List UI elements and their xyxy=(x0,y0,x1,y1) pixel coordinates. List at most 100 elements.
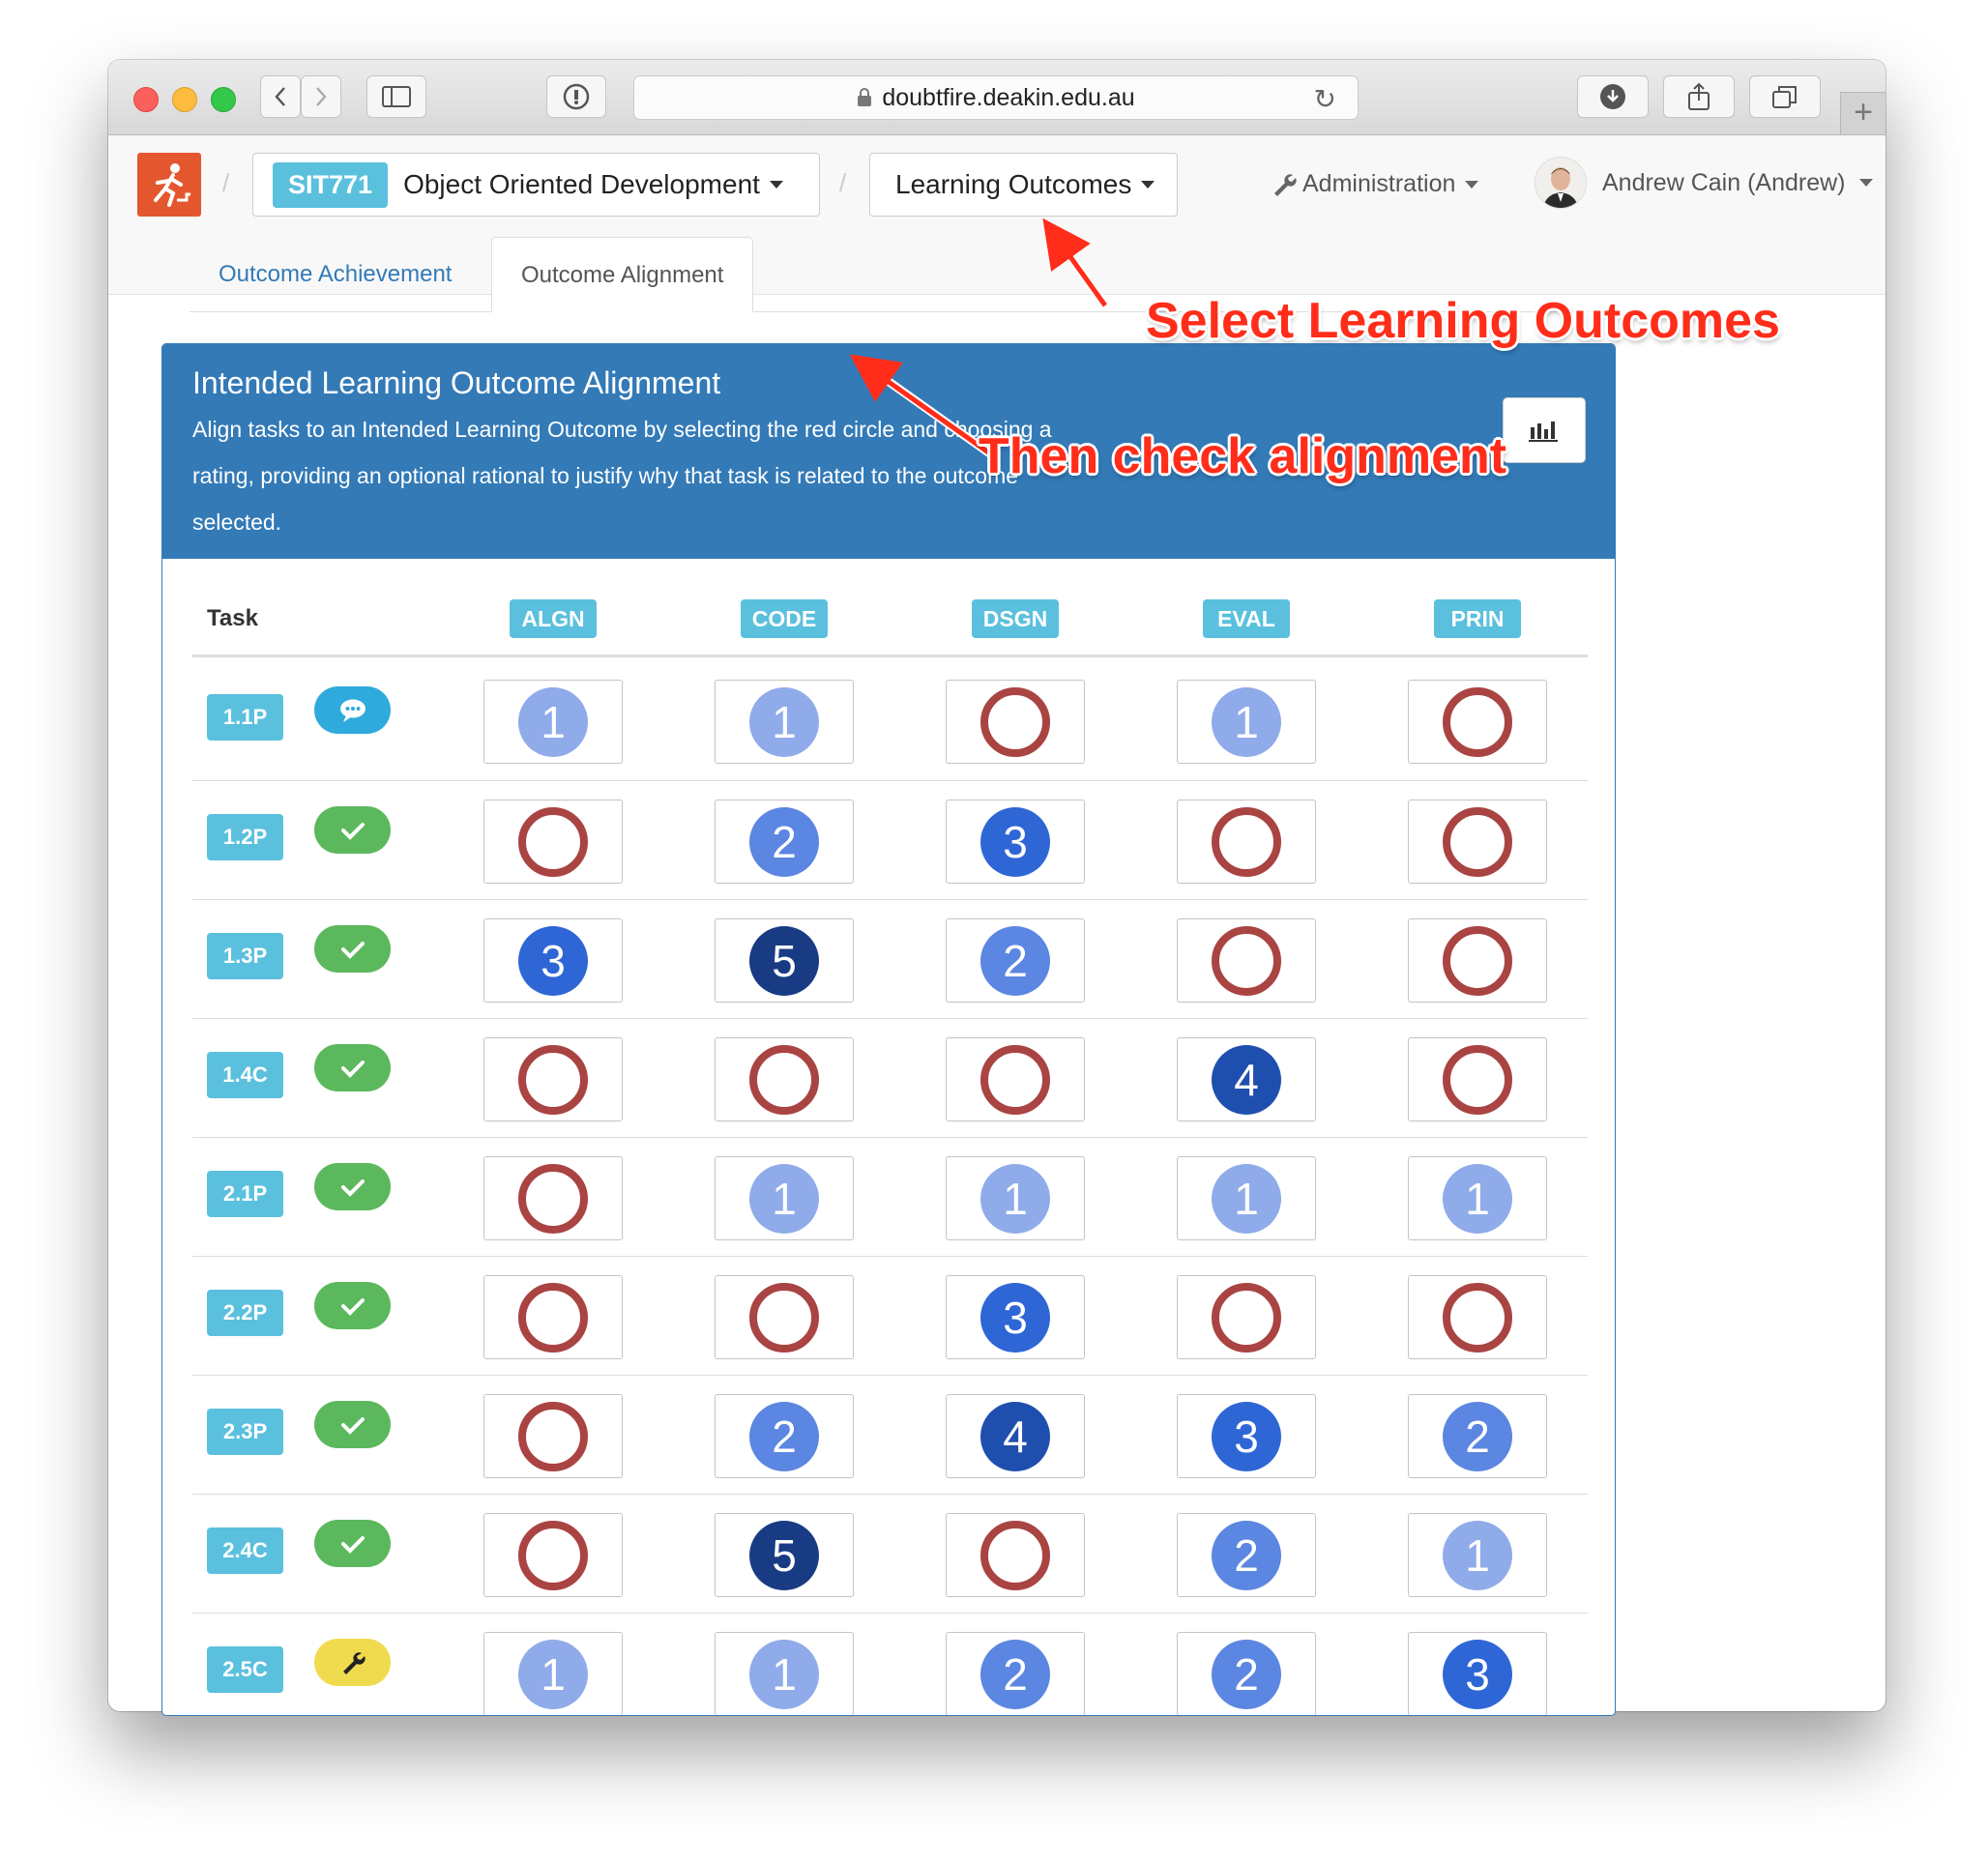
zoom-window-button[interactable] xyxy=(211,87,236,112)
user-menu[interactable]: Andrew Cain (Andrew) xyxy=(1535,157,1873,209)
alignment-cell-eval[interactable] xyxy=(1177,918,1316,1003)
alignment-cell-dsgn[interactable]: 1 xyxy=(946,1156,1085,1240)
alignment-rating: 2 xyxy=(749,806,819,877)
alignment-cell-code[interactable]: 2 xyxy=(715,1394,854,1478)
alignment-cell-prin[interactable] xyxy=(1408,800,1547,884)
back-button[interactable] xyxy=(260,75,301,118)
tab-outcome-achievement[interactable]: Outcome Achievement xyxy=(190,237,481,312)
alignment-cell-eval[interactable]: 3 xyxy=(1177,1394,1316,1478)
alignment-cell-code[interactable]: 5 xyxy=(715,1513,854,1597)
alignment-cell-eval[interactable] xyxy=(1177,1275,1316,1359)
app-logo[interactable] xyxy=(137,153,201,217)
alignment-cell-dsgn[interactable]: 2 xyxy=(946,1632,1085,1715)
tabs-overview-button[interactable] xyxy=(1749,75,1821,118)
page-dropdown[interactable]: Learning Outcomes xyxy=(869,153,1178,217)
task-status-complete[interactable] xyxy=(314,1401,391,1448)
alignment-cell-dsgn[interactable] xyxy=(946,680,1085,764)
panel-description: Align tasks to an Intended Learning Outc… xyxy=(192,417,1052,535)
user-name: Andrew Cain (Andrew) xyxy=(1602,168,1846,196)
alignment-cell-dsgn[interactable]: 3 xyxy=(946,1275,1085,1359)
alignment-cell-eval[interactable] xyxy=(1177,800,1316,884)
alignment-cell-algn[interactable]: 3 xyxy=(483,918,623,1003)
downloads-button[interactable] xyxy=(1577,75,1649,118)
alignment-cell-dsgn[interactable] xyxy=(946,1513,1085,1597)
alignment-cell-eval[interactable]: 2 xyxy=(1177,1632,1316,1715)
alignment-cell-eval[interactable]: 1 xyxy=(1177,680,1316,764)
alignment-cell-algn[interactable] xyxy=(483,1513,623,1597)
privacy-report-button[interactable] xyxy=(546,75,606,118)
minimize-window-button[interactable] xyxy=(172,87,197,112)
unaligned-circle xyxy=(518,1163,588,1234)
alignment-cell-prin[interactable] xyxy=(1408,1037,1547,1121)
alignment-cell-dsgn[interactable]: 4 xyxy=(946,1394,1085,1478)
sidebar-toggle-button[interactable] xyxy=(366,75,426,118)
check-icon xyxy=(340,1060,365,1078)
task-status-complete[interactable] xyxy=(314,1044,391,1091)
alignment-cell-algn[interactable]: 1 xyxy=(483,1632,623,1715)
alignment-cell-algn[interactable]: 1 xyxy=(483,680,623,764)
table-row: 1.4C 4 xyxy=(192,1018,1588,1137)
alignment-cell-prin[interactable]: 3 xyxy=(1408,1632,1547,1715)
close-window-button[interactable] xyxy=(133,87,159,112)
task-status-fix[interactable] xyxy=(314,1639,391,1686)
alignment-cell-algn[interactable] xyxy=(483,1275,623,1359)
alignment-cell-code[interactable]: 2 xyxy=(715,800,854,884)
task-badge[interactable]: 1.1P xyxy=(207,694,283,741)
alignment-cell-prin[interactable] xyxy=(1408,1275,1547,1359)
alignment-rating: 1 xyxy=(518,686,588,757)
unaligned-circle xyxy=(1212,806,1281,877)
tab-outcome-alignment[interactable]: Outcome Alignment xyxy=(491,237,754,312)
alignment-rating: 3 xyxy=(980,1282,1050,1353)
alignment-cell-prin[interactable] xyxy=(1408,680,1547,764)
share-button[interactable] xyxy=(1663,75,1735,118)
task-badge[interactable]: 1.3P xyxy=(207,933,283,979)
alignment-cell-prin[interactable] xyxy=(1408,918,1547,1003)
alignment-cell-prin[interactable]: 1 xyxy=(1408,1156,1547,1240)
task-status-complete[interactable] xyxy=(314,925,391,973)
task-badge[interactable]: 2.3P xyxy=(207,1409,283,1455)
task-badge[interactable]: 1.4C xyxy=(207,1052,283,1098)
unit-dropdown[interactable]: SIT771 Object Oriented Development xyxy=(252,153,820,217)
new-tab-button[interactable]: + xyxy=(1840,92,1886,134)
caret-down-icon xyxy=(1465,180,1479,189)
alignment-cell-code[interactable] xyxy=(715,1275,854,1359)
alignment-rating: 3 xyxy=(518,925,588,996)
alignment-cell-prin[interactable]: 2 xyxy=(1408,1394,1547,1478)
breadcrumb-separator: / xyxy=(839,168,847,197)
alignment-cell-code[interactable]: 1 xyxy=(715,1156,854,1240)
alignment-cell-prin[interactable]: 1 xyxy=(1408,1513,1547,1597)
address-bar[interactable]: doubtfire.deakin.edu.au ↻ xyxy=(633,75,1359,120)
task-badge[interactable]: 2.5C xyxy=(207,1646,283,1693)
alignment-cell-eval[interactable]: 2 xyxy=(1177,1513,1316,1597)
task-status-discuss[interactable] xyxy=(314,686,391,734)
alignment-cell-algn[interactable] xyxy=(483,1156,623,1240)
alignment-cell-algn[interactable] xyxy=(483,800,623,884)
task-status-complete[interactable] xyxy=(314,806,391,854)
outcome-header-code: CODE xyxy=(741,599,828,638)
alignment-cell-eval[interactable]: 4 xyxy=(1177,1037,1316,1121)
administration-menu[interactable]: Administration xyxy=(1272,170,1479,198)
task-badge[interactable]: 2.4C xyxy=(207,1527,283,1574)
reload-icon[interactable]: ↻ xyxy=(1314,83,1336,115)
task-badge[interactable]: 2.1P xyxy=(207,1171,283,1217)
task-status-complete[interactable] xyxy=(314,1520,391,1567)
alignment-cell-dsgn[interactable]: 3 xyxy=(946,800,1085,884)
check-icon xyxy=(340,941,365,959)
alignment-cell-algn[interactable] xyxy=(483,1037,623,1121)
alignment-cell-code[interactable] xyxy=(715,1037,854,1121)
alignment-cell-code[interactable]: 1 xyxy=(715,1632,854,1715)
task-badge[interactable]: 1.2P xyxy=(207,814,283,860)
alignment-cell-code[interactable]: 5 xyxy=(715,918,854,1003)
alignment-cell-algn[interactable] xyxy=(483,1394,623,1478)
alignment-cell-dsgn[interactable]: 2 xyxy=(946,918,1085,1003)
task-status-complete[interactable] xyxy=(314,1163,391,1210)
alignment-rating: 2 xyxy=(1212,1639,1281,1709)
forward-button[interactable] xyxy=(301,75,341,118)
task-badge[interactable]: 2.2P xyxy=(207,1290,283,1336)
task-status-complete[interactable] xyxy=(314,1282,391,1329)
alignment-rating: 1 xyxy=(518,1639,588,1709)
alignment-cell-code[interactable]: 1 xyxy=(715,680,854,764)
view-chart-button[interactable] xyxy=(1503,397,1586,463)
alignment-cell-eval[interactable]: 1 xyxy=(1177,1156,1316,1240)
alignment-cell-dsgn[interactable] xyxy=(946,1037,1085,1121)
